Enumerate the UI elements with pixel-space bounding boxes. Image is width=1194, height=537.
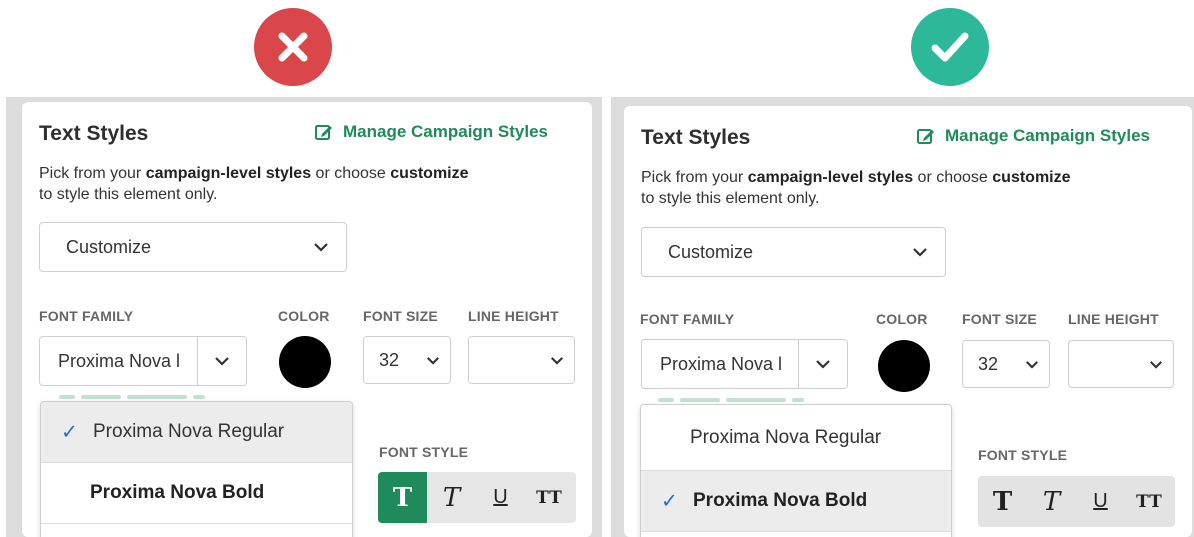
font-family-label: FONT FAMILY [640,311,735,327]
style-preset-select[interactable]: Customize [641,227,946,277]
font-option-label: Proxima Nova Bold [693,490,868,511]
color-label: COLOR [278,308,330,324]
uppercase-button[interactable]: TT [525,472,574,523]
panel-description: Pick from your campaign-level styles or … [39,165,469,203]
uppercase-button[interactable]: TT [1125,476,1174,527]
line-height-select[interactable] [468,336,575,384]
chevron-down-icon[interactable] [197,337,246,385]
font-option-bold[interactable]: ✓ Proxima Nova Bold [641,471,951,532]
chevron-down-icon [540,356,574,365]
underline-button[interactable]: U [476,472,525,523]
panel-title: Text Styles [641,126,751,149]
chevron-down-icon [416,356,450,365]
manage-campaign-styles-label: Manage Campaign Styles [945,126,1151,145]
font-size-select[interactable]: 32 [962,340,1050,388]
panel-description: Pick from your campaign-level styles or … [641,169,1071,207]
correct-badge [911,8,989,86]
font-family-dropdown: Proxima Nova Regular ✓ Proxima Nova Bold [640,404,952,537]
font-size-label: FONT SIZE [962,311,1037,327]
bold-button[interactable]: T [978,476,1027,527]
chevron-down-icon [1015,360,1049,369]
style-preset-value: Customize [66,236,152,257]
font-option-label: Proxima Nova Bold [90,482,265,503]
color-swatch[interactable] [878,340,930,392]
chevron-down-icon [296,242,346,252]
wrong-badge [254,8,332,86]
checkmark-icon: ✓ [61,421,78,444]
font-family-value: Proxima Nova l [58,350,181,371]
font-family-label: FONT FAMILY [39,308,134,324]
manage-campaign-styles-link[interactable]: Manage Campaign Styles [315,122,548,142]
font-size-value: 32 [379,349,400,370]
chevron-down-icon [1139,360,1173,369]
font-family-dropdown: ✓ Proxima Nova Regular Proxima Nova Bold [40,401,353,537]
font-option-label: Proxima Nova Regular [93,421,285,442]
check-icon [931,32,969,62]
underline-button[interactable]: U [1076,476,1125,527]
right-text-styles-panel: Text Styles Manage Campaign Styles Pick … [624,106,1192,537]
line-height-select[interactable] [1068,340,1174,388]
font-option-label: Proxima Nova Regular [690,426,882,448]
bold-button[interactable]: T [378,472,427,523]
font-option-bold[interactable]: Proxima Nova Bold [41,463,352,524]
line-height-label: LINE HEIGHT [468,308,559,324]
style-preset-value: Customize [668,241,754,262]
x-icon [278,32,308,62]
panel-title: Text Styles [39,122,149,145]
font-option-regular[interactable]: Proxima Nova Regular [641,405,951,471]
italic-button[interactable]: T [427,472,476,523]
manage-campaign-styles-label: Manage Campaign Styles [343,122,549,141]
font-style-label: FONT STYLE [978,447,1068,463]
font-family-select[interactable]: Proxima Nova l [39,336,247,386]
chevron-down-icon [895,247,945,257]
edit-icon [917,129,934,144]
font-family-select[interactable]: Proxima Nova l [641,339,848,389]
chevron-down-icon[interactable] [798,340,847,388]
font-style-toolbar: T T U TT [378,472,576,523]
font-size-value: 32 [978,353,999,374]
font-size-label: FONT SIZE [363,308,438,324]
checkmark-icon: ✓ [661,490,678,513]
line-height-label: LINE HEIGHT [1068,311,1159,327]
italic-button[interactable]: T [1027,476,1076,527]
left-text-styles-panel: Text Styles Manage Campaign Styles Pick … [22,102,592,537]
font-size-select[interactable]: 32 [363,336,451,384]
manage-campaign-styles-link[interactable]: Manage Campaign Styles [917,126,1150,146]
font-family-value: Proxima Nova l [660,353,783,374]
color-swatch[interactable] [279,336,331,388]
font-style-toolbar: T T U TT [978,476,1175,527]
font-style-label: FONT STYLE [379,444,469,460]
style-preset-select[interactable]: Customize [39,222,347,272]
font-option-regular[interactable]: ✓ Proxima Nova Regular [41,402,352,463]
color-label: COLOR [876,311,928,327]
edit-icon [315,125,332,140]
